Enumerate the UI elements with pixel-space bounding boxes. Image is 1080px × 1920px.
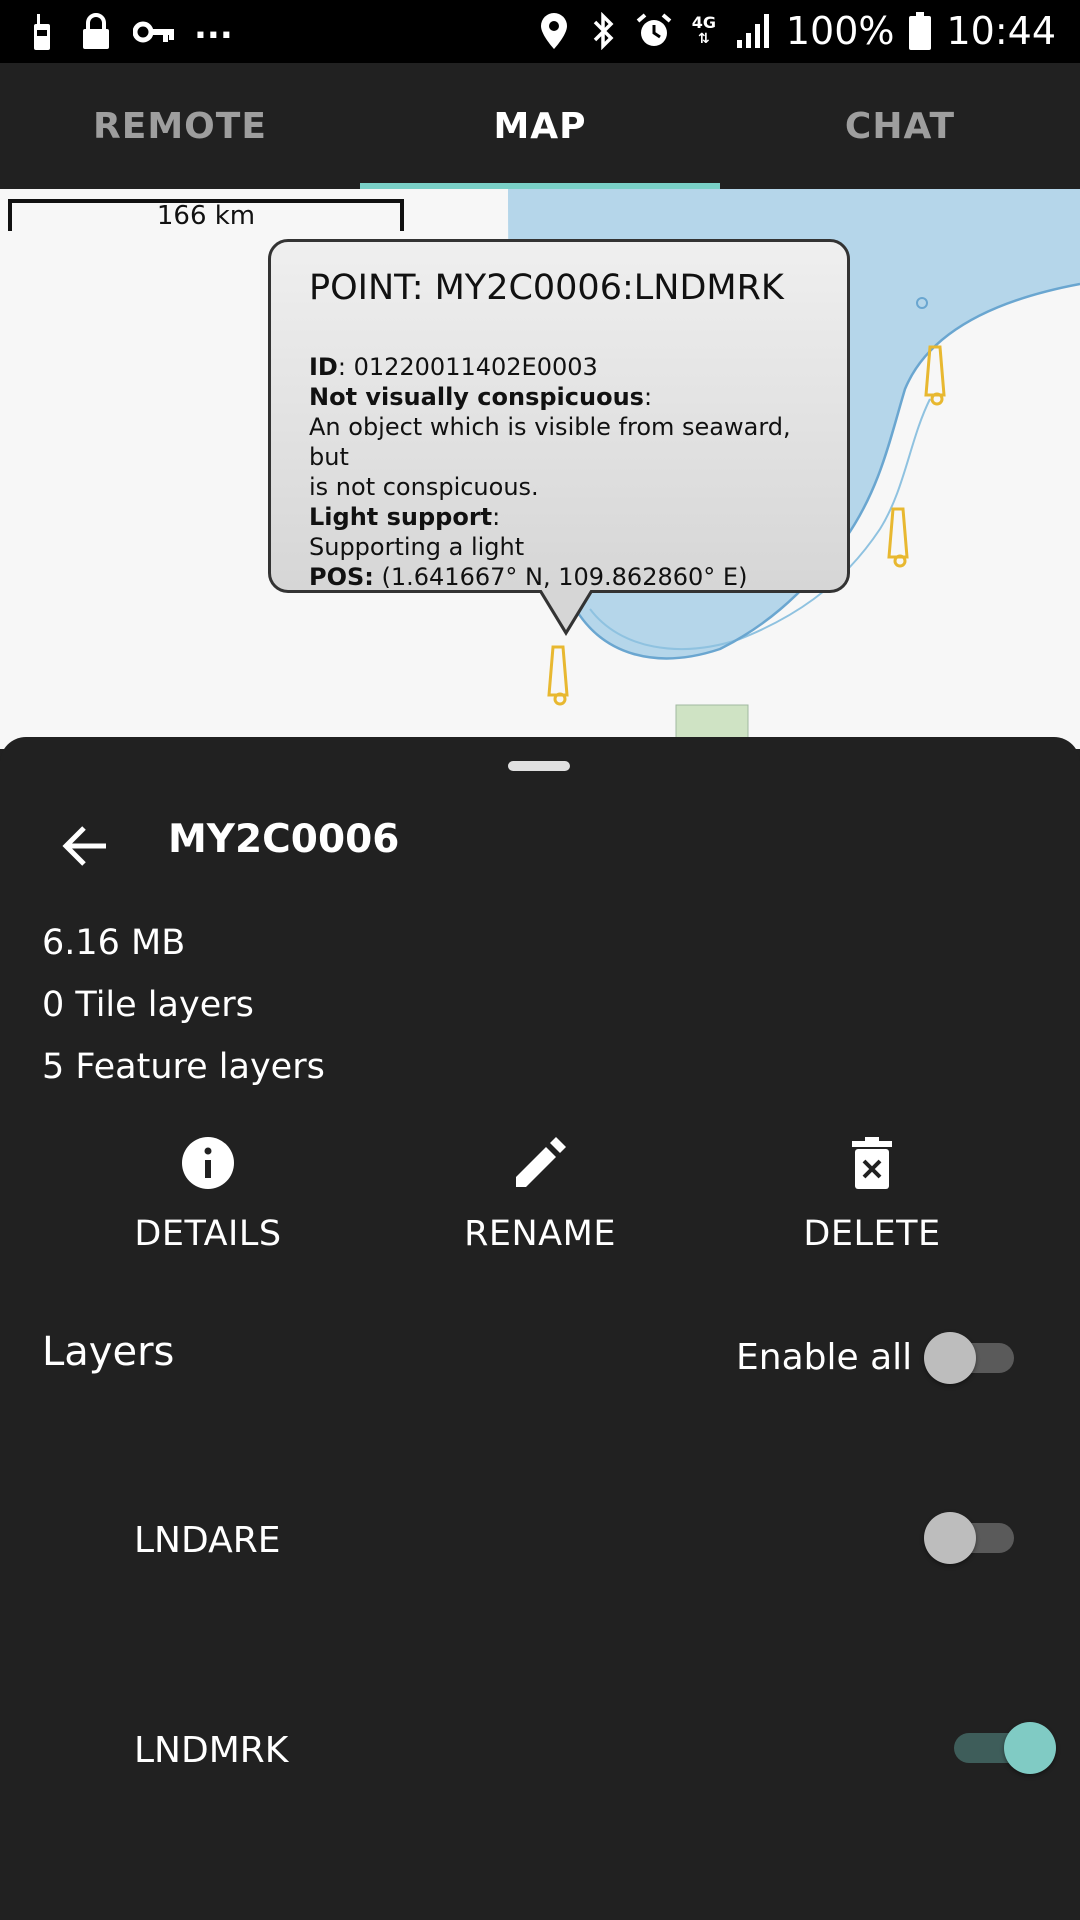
lighthouse-marker: [924, 345, 946, 406]
layers-heading: Layers: [42, 1329, 175, 1375]
bottom-sheet: MY2C0006 6.16 MB 0 Tile layers 5 Feature…: [0, 737, 1080, 1920]
info-icon: [58, 1132, 358, 1194]
lighthouse-marker: [887, 507, 909, 568]
enable-all-label: Enable all: [736, 1337, 913, 1378]
layer-name-lndare: LNDARE: [134, 1520, 281, 1561]
network-4g-icon: 4G ⇅: [691, 13, 716, 48]
enable-all-toggle[interactable]: [924, 1332, 1014, 1384]
rename-label: RENAME: [464, 1214, 616, 1254]
rename-button[interactable]: RENAME: [390, 1132, 690, 1254]
callout-pos-row: POS: (1.641667° N, 109.862860° E): [309, 563, 748, 591]
feature-callout[interactable]: POINT: MY2C0006:LNDMRK ID: 01220011402E0…: [268, 239, 850, 593]
tab-remote[interactable]: REMOTE: [0, 63, 360, 189]
battery-percent: 100%: [785, 9, 895, 53]
callout-body: ID: 01220011402E0003 Not visually conspi…: [309, 352, 809, 592]
file-size: 6.16 MB: [42, 923, 186, 963]
toggle-thumb: [924, 1512, 976, 1564]
lock-icon: [78, 12, 114, 52]
lighthouse-marker: [547, 645, 569, 706]
trash-icon: [722, 1132, 1022, 1194]
alarm-icon: [636, 11, 672, 51]
back-arrow-icon[interactable]: [58, 819, 112, 873]
callout-field2-value: Supporting a light: [309, 533, 525, 561]
key-icon: [132, 12, 176, 52]
callout-id-row: ID: 01220011402E0003: [309, 353, 598, 381]
action-row: DETAILS RENAME DELETE: [0, 1132, 1080, 1262]
status-bar: ... 4G ⇅ 100% 10:44: [0, 0, 1080, 63]
callout-field2-row: Light support:: [309, 503, 501, 531]
scale-bar: 166 km: [8, 199, 404, 231]
callout-field1-value: An object which is visible from seaward,…: [309, 413, 791, 471]
status-overflow: ...: [194, 7, 233, 47]
toggle-thumb: [1004, 1722, 1056, 1774]
tile-layers-count: 0 Tile layers: [42, 985, 254, 1025]
location-icon: [536, 11, 572, 51]
pencil-icon: [390, 1132, 690, 1194]
tab-chat[interactable]: CHAT: [720, 63, 1080, 189]
battery-icon: [908, 11, 932, 51]
tab-bar: REMOTE MAP CHAT: [0, 63, 1080, 189]
details-button[interactable]: DETAILS: [58, 1132, 358, 1254]
walkie-talkie-icon: [24, 12, 60, 52]
scale-label: 166 km: [156, 201, 256, 231]
drag-handle[interactable]: [508, 761, 570, 771]
callout-field1-row: Not visually conspicuous:: [309, 383, 653, 411]
layer-name-lndmrk: LNDMRK: [134, 1730, 289, 1771]
clock: 10:44: [946, 9, 1056, 53]
bluetooth-icon: [586, 11, 622, 51]
delete-label: DELETE: [803, 1214, 941, 1254]
feature-layers-count: 5 Feature layers: [42, 1047, 325, 1087]
delete-button[interactable]: DELETE: [722, 1132, 1022, 1254]
callout-tail-fill: [541, 589, 591, 630]
toggle-thumb: [924, 1332, 976, 1384]
details-label: DETAILS: [134, 1214, 282, 1254]
sheet-title: MY2C0006: [168, 817, 400, 862]
callout-field1-value-cont: is not conspicuous.: [309, 473, 539, 501]
layer-toggle-lndare[interactable]: [924, 1512, 1014, 1564]
layer-toggle-lndmrk[interactable]: [944, 1722, 1056, 1774]
signal-icon: [736, 11, 772, 51]
callout-title: POINT: MY2C0006:LNDMRK: [309, 268, 784, 308]
tab-map[interactable]: MAP: [360, 63, 720, 189]
